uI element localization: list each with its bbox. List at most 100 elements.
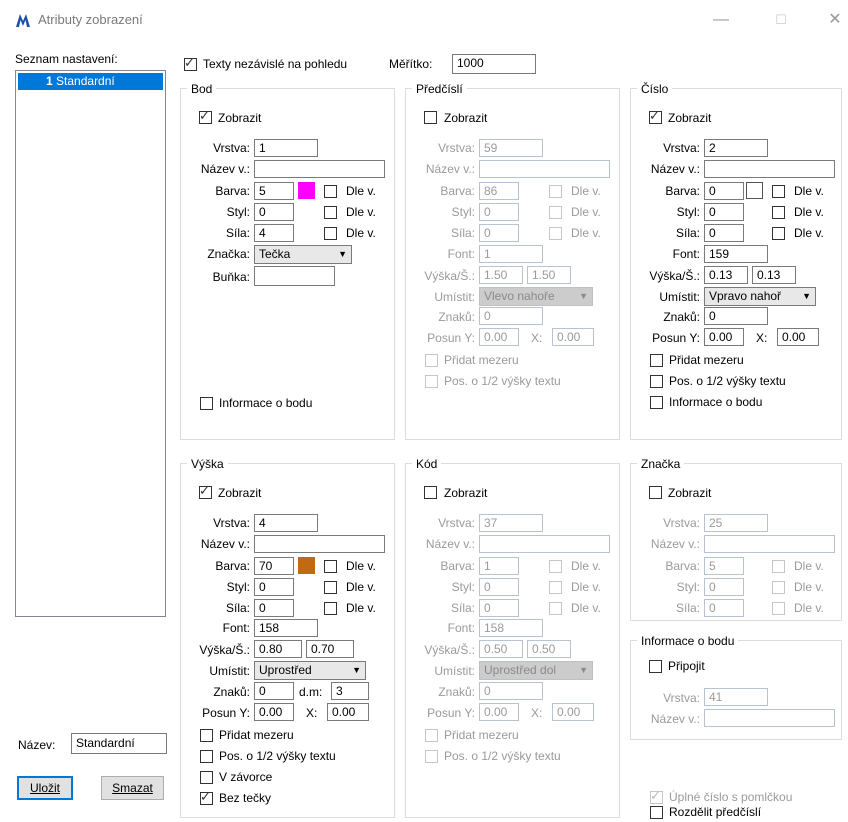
vyska-place-select[interactable]: Uprostřed ▼ — [254, 661, 366, 680]
close-icon[interactable]: ✕ — [820, 8, 848, 32]
vyska-style-label: Styl: — [226, 580, 250, 594]
settings-list-item[interactable]: 1 Standardní — [18, 73, 163, 90]
kod-weight-input: 0 — [479, 599, 519, 617]
vyska-layer-input[interactable]: 4 — [254, 514, 318, 532]
vyska-brackets-checkbox[interactable] — [200, 771, 213, 784]
predcisli-offset-y-label: Posun Y: — [427, 331, 475, 345]
predcisli-offset-x-label: X: — [531, 331, 543, 345]
znacka-weight-input: 0 — [704, 599, 744, 617]
group-kod-title: Kód — [412, 456, 442, 472]
bod-weight-bylayer-checkbox[interactable] — [324, 227, 337, 240]
bod-layer-name-input[interactable] — [254, 160, 385, 178]
vyska-add-space-checkbox[interactable] — [200, 729, 213, 742]
cislo-chars-input[interactable]: 0 — [704, 307, 768, 325]
cislo-weight-bylayer-checkbox[interactable] — [772, 227, 785, 240]
vyska-half-shift-checkbox[interactable] — [200, 750, 213, 763]
vyska-weight-bylayer-label: Dle v. — [346, 601, 376, 615]
bod-color-swatch[interactable] — [298, 182, 315, 199]
vyska-font-input[interactable]: 158 — [254, 619, 318, 637]
bod-point-info-checkbox[interactable] — [200, 397, 213, 410]
settings-list-label: Seznam nastavení: — [15, 52, 118, 66]
cislo-style-bylayer-label: Dle v. — [794, 205, 824, 219]
vyska-weight-input[interactable]: 0 — [254, 599, 294, 617]
cislo-width-input[interactable]: 0.13 — [752, 266, 796, 284]
cislo-add-space-checkbox[interactable] — [650, 354, 663, 367]
vyska-width-input[interactable]: 0.70 — [306, 640, 354, 658]
vyska-show-checkbox[interactable]: ✓ — [199, 483, 212, 499]
bod-cell-input[interactable] — [254, 266, 335, 286]
predcisli-color-bylayer-label: Dle v. — [571, 184, 601, 198]
znacka-weight-bylayer-label: Dle v. — [794, 601, 824, 615]
bod-color-input[interactable]: 5 — [254, 182, 294, 200]
predcisli-layer-name-input — [479, 160, 610, 178]
independent-text-checkbox[interactable]: ✓ — [184, 55, 197, 71]
kod-style-bylayer-checkbox — [549, 581, 562, 594]
bod-show-checkbox[interactable]: ✓ — [199, 108, 212, 124]
cislo-place-select[interactable]: Vpravo nahoř ▼ — [704, 287, 816, 306]
vyska-chars-input[interactable]: 0 — [254, 682, 294, 700]
settings-list[interactable]: 1 Standardní — [15, 70, 166, 617]
vyska-style-bylayer-label: Dle v. — [346, 580, 376, 594]
cislo-layer-name-input[interactable] — [704, 160, 835, 178]
split-prefix-checkbox[interactable] — [650, 806, 663, 819]
znacka-style-bylayer-checkbox — [772, 581, 785, 594]
info-attach-checkbox[interactable] — [649, 660, 662, 673]
vyska-no-dot-label: Bez tečky — [219, 791, 272, 805]
cislo-point-info-checkbox[interactable] — [650, 396, 663, 409]
vyska-offset-x-label: X: — [306, 706, 318, 720]
cislo-offset-x-input[interactable]: 0.00 — [777, 328, 819, 346]
vyska-color-input[interactable]: 70 — [254, 557, 294, 575]
vyska-color-swatch[interactable] — [298, 557, 315, 574]
cislo-show-checkbox[interactable]: ✓ — [649, 108, 662, 124]
predcisli-show-checkbox[interactable] — [424, 111, 437, 124]
cislo-offset-y-input[interactable]: 0.00 — [704, 328, 744, 346]
vyska-place-label: Umístit: — [209, 664, 250, 678]
cislo-font-input[interactable]: 159 — [704, 245, 768, 263]
vyska-style-input[interactable]: 0 — [254, 578, 294, 596]
znacka-style-bylayer-label: Dle v. — [794, 580, 824, 594]
znacka-show-checkbox[interactable] — [649, 486, 662, 499]
delete-button[interactable]: Smazat — [101, 776, 164, 800]
bod-color-bylayer-checkbox[interactable] — [324, 185, 337, 198]
kod-place-select: Uprostřed dol ▼ — [479, 661, 593, 680]
minimize-icon[interactable]: — — [706, 8, 736, 32]
predcisli-half-shift-checkbox — [425, 375, 438, 388]
bod-style-bylayer-checkbox[interactable] — [324, 206, 337, 219]
bod-style-input[interactable]: 0 — [254, 203, 294, 221]
predcisli-add-space-label: Přidat mezeru — [444, 353, 519, 367]
cislo-color-swatch[interactable] — [746, 182, 763, 199]
name-input[interactable]: Standardní — [71, 733, 167, 754]
cislo-color-input[interactable]: 0 — [704, 182, 744, 200]
cislo-style-bylayer-checkbox[interactable] — [772, 206, 785, 219]
cislo-style-input[interactable]: 0 — [704, 203, 744, 221]
vyska-offset-x-input[interactable]: 0.00 — [327, 703, 369, 721]
kod-show-checkbox[interactable] — [424, 486, 437, 499]
cislo-weight-input[interactable]: 0 — [704, 224, 744, 242]
znacka-color-bylayer-label: Dle v. — [794, 559, 824, 573]
cislo-layer-input[interactable]: 2 — [704, 139, 768, 157]
bod-layer-input[interactable]: 1 — [254, 139, 318, 157]
kod-chars-input: 0 — [479, 682, 543, 700]
cislo-half-shift-checkbox[interactable] — [650, 375, 663, 388]
cislo-color-bylayer-checkbox[interactable] — [772, 185, 785, 198]
scale-input[interactable]: 1000 — [452, 54, 536, 74]
predcisli-chars-input: 0 — [479, 307, 543, 325]
cislo-height-input[interactable]: 0.13 — [704, 266, 748, 284]
bod-mark-select[interactable]: Tečka ▼ — [254, 245, 352, 264]
predcisli-color-input: 86 — [479, 182, 519, 200]
vyska-offset-y-label: Posun Y: — [202, 706, 250, 720]
save-button[interactable]: Uložit — [17, 776, 73, 800]
vyska-layer-name-input[interactable] — [254, 535, 385, 553]
info-layer-name-label: Název v.: — [650, 712, 700, 726]
vyska-weight-bylayer-checkbox[interactable] — [324, 602, 337, 615]
vyska-dm-input[interactable]: 3 — [331, 682, 369, 700]
vyska-offset-y-input[interactable]: 0.00 — [254, 703, 294, 721]
group-predcisli-title: Předčíslí — [412, 81, 467, 97]
predcisli-layer-label: Vrstva: — [438, 141, 475, 155]
vyska-height-input[interactable]: 0.80 — [254, 640, 302, 658]
vyska-dm-label: d.m: — [299, 685, 323, 699]
vyska-color-bylayer-checkbox[interactable] — [324, 560, 337, 573]
vyska-no-dot-checkbox[interactable]: ✓ — [200, 789, 213, 805]
bod-weight-input[interactable]: 4 — [254, 224, 294, 242]
vyska-style-bylayer-checkbox[interactable] — [324, 581, 337, 594]
